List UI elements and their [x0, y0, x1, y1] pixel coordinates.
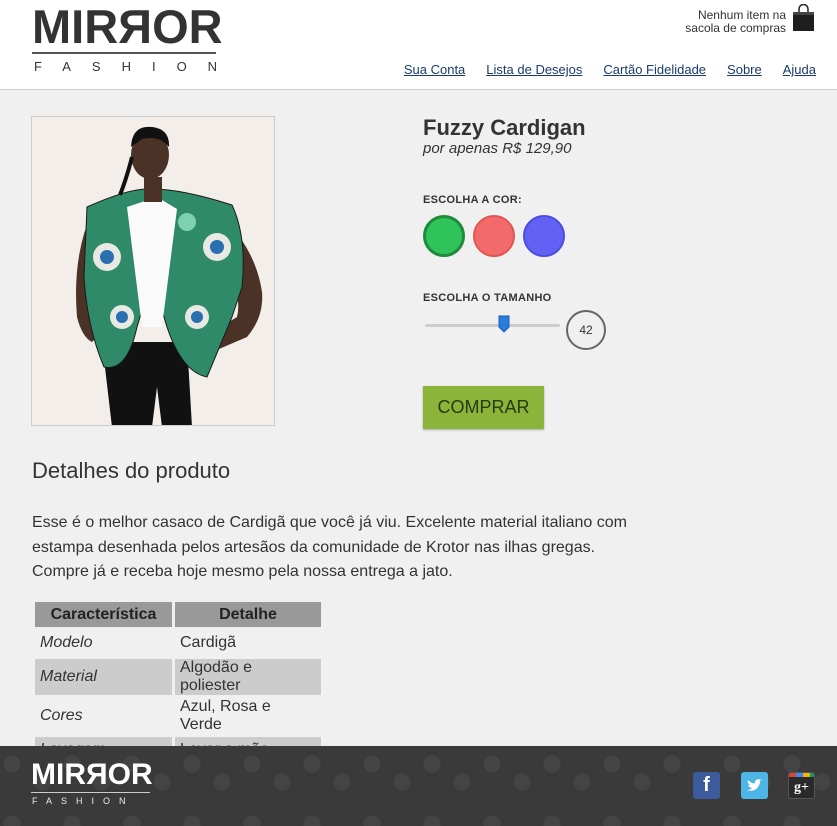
footer-logo-wordmark: MIRROR	[31, 758, 153, 791]
spec-table-header: Característica Detalhe	[35, 602, 321, 627]
spec-header-detail: Detalhe	[175, 602, 321, 627]
buy-button[interactable]: COMPRAR	[423, 386, 544, 429]
cart-status-line2: sacola de compras	[685, 21, 786, 35]
cart-status[interactable]: Nenhum item na sacola de compras	[646, 9, 786, 35]
google-plus-icon[interactable]: g+	[788, 772, 815, 799]
logo-wordmark: MIRROR	[32, 0, 223, 53]
table-row: Material Algodão e poliester	[35, 659, 321, 695]
spec-value: Azul, Rosa e Verde	[180, 698, 271, 733]
product-title: Fuzzy Cardigan	[423, 115, 586, 140]
spec-key: Cores	[40, 707, 83, 724]
mirror-fashion-logo[interactable]: MIRROR FASHION	[32, 0, 239, 74]
details-title: Detalhes do produto	[32, 458, 231, 483]
color-swatch-red[interactable]	[473, 215, 515, 257]
color-swatch-green[interactable]	[423, 215, 465, 257]
site-header: MIRROR FASHION Nenhum item na sacola de …	[0, 0, 837, 90]
spec-table: Característica Detalhe Modelo Cardigã Ma…	[32, 599, 324, 766]
model-illustration	[32, 117, 274, 425]
size-slider-handle[interactable]	[498, 315, 510, 333]
nav-link-ajuda[interactable]: Ajuda	[783, 62, 816, 77]
product-image	[31, 116, 275, 426]
footer-logo-subtitle: FASHION	[32, 796, 135, 806]
logo-subtitle: FASHION	[34, 59, 239, 74]
nav-link-cartao-fidelidade[interactable]: Cartão Fidelidade	[603, 62, 706, 77]
table-row: Modelo Cardigã	[35, 630, 321, 656]
twitter-icon[interactable]	[741, 772, 768, 799]
spec-key: Modelo	[40, 634, 93, 651]
spec-value: Algodão e poliester	[175, 659, 321, 695]
details-description: Esse é o melhor casaco de Cardigã que vo…	[32, 514, 627, 580]
spec-header-feature: Característica	[35, 602, 172, 627]
color-swatch-blue[interactable]	[523, 215, 565, 257]
spec-key: Material	[35, 659, 172, 695]
nav-link-sobre[interactable]: Sobre	[727, 62, 762, 77]
facebook-icon[interactable]: f	[693, 772, 720, 799]
footer-logo[interactable]: MIRROR FASHION	[31, 758, 153, 806]
size-value-badge: 42	[566, 310, 606, 350]
footer-logo-divider	[31, 792, 150, 793]
nav-link-lista-de-desejos[interactable]: Lista de Desejos	[486, 62, 582, 77]
color-label: ESCOLHA A COR:	[423, 194, 522, 206]
spec-value: Cardigã	[180, 634, 237, 651]
top-nav: Sua Conta Lista de Desejos Cartão Fideli…	[383, 62, 816, 77]
nav-link-sua-conta[interactable]: Sua Conta	[404, 62, 465, 77]
size-label: ESCOLHA O TAMANHO	[423, 292, 552, 304]
product-price: por apenas R$ 129,90	[423, 140, 572, 157]
site-footer: MIRROR FASHION f g+	[0, 746, 837, 826]
size-slider-track[interactable]	[425, 324, 560, 327]
table-row: Cores Azul, Rosa e Verde	[35, 698, 321, 734]
shopping-bag-icon[interactable]	[792, 4, 815, 32]
